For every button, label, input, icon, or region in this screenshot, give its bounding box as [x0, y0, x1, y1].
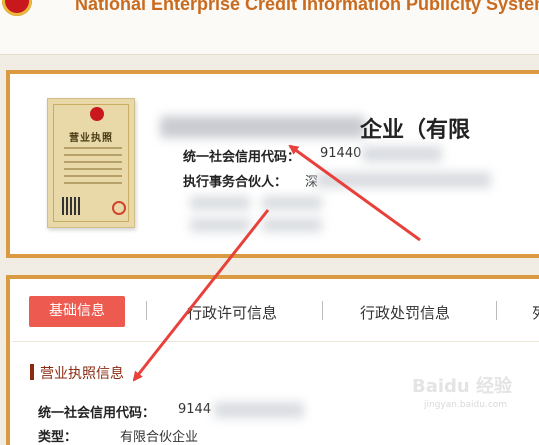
red-arrow-icon [288, 144, 421, 242]
annotation-arrows [132, 144, 421, 382]
red-arrow-icon [132, 209, 270, 382]
